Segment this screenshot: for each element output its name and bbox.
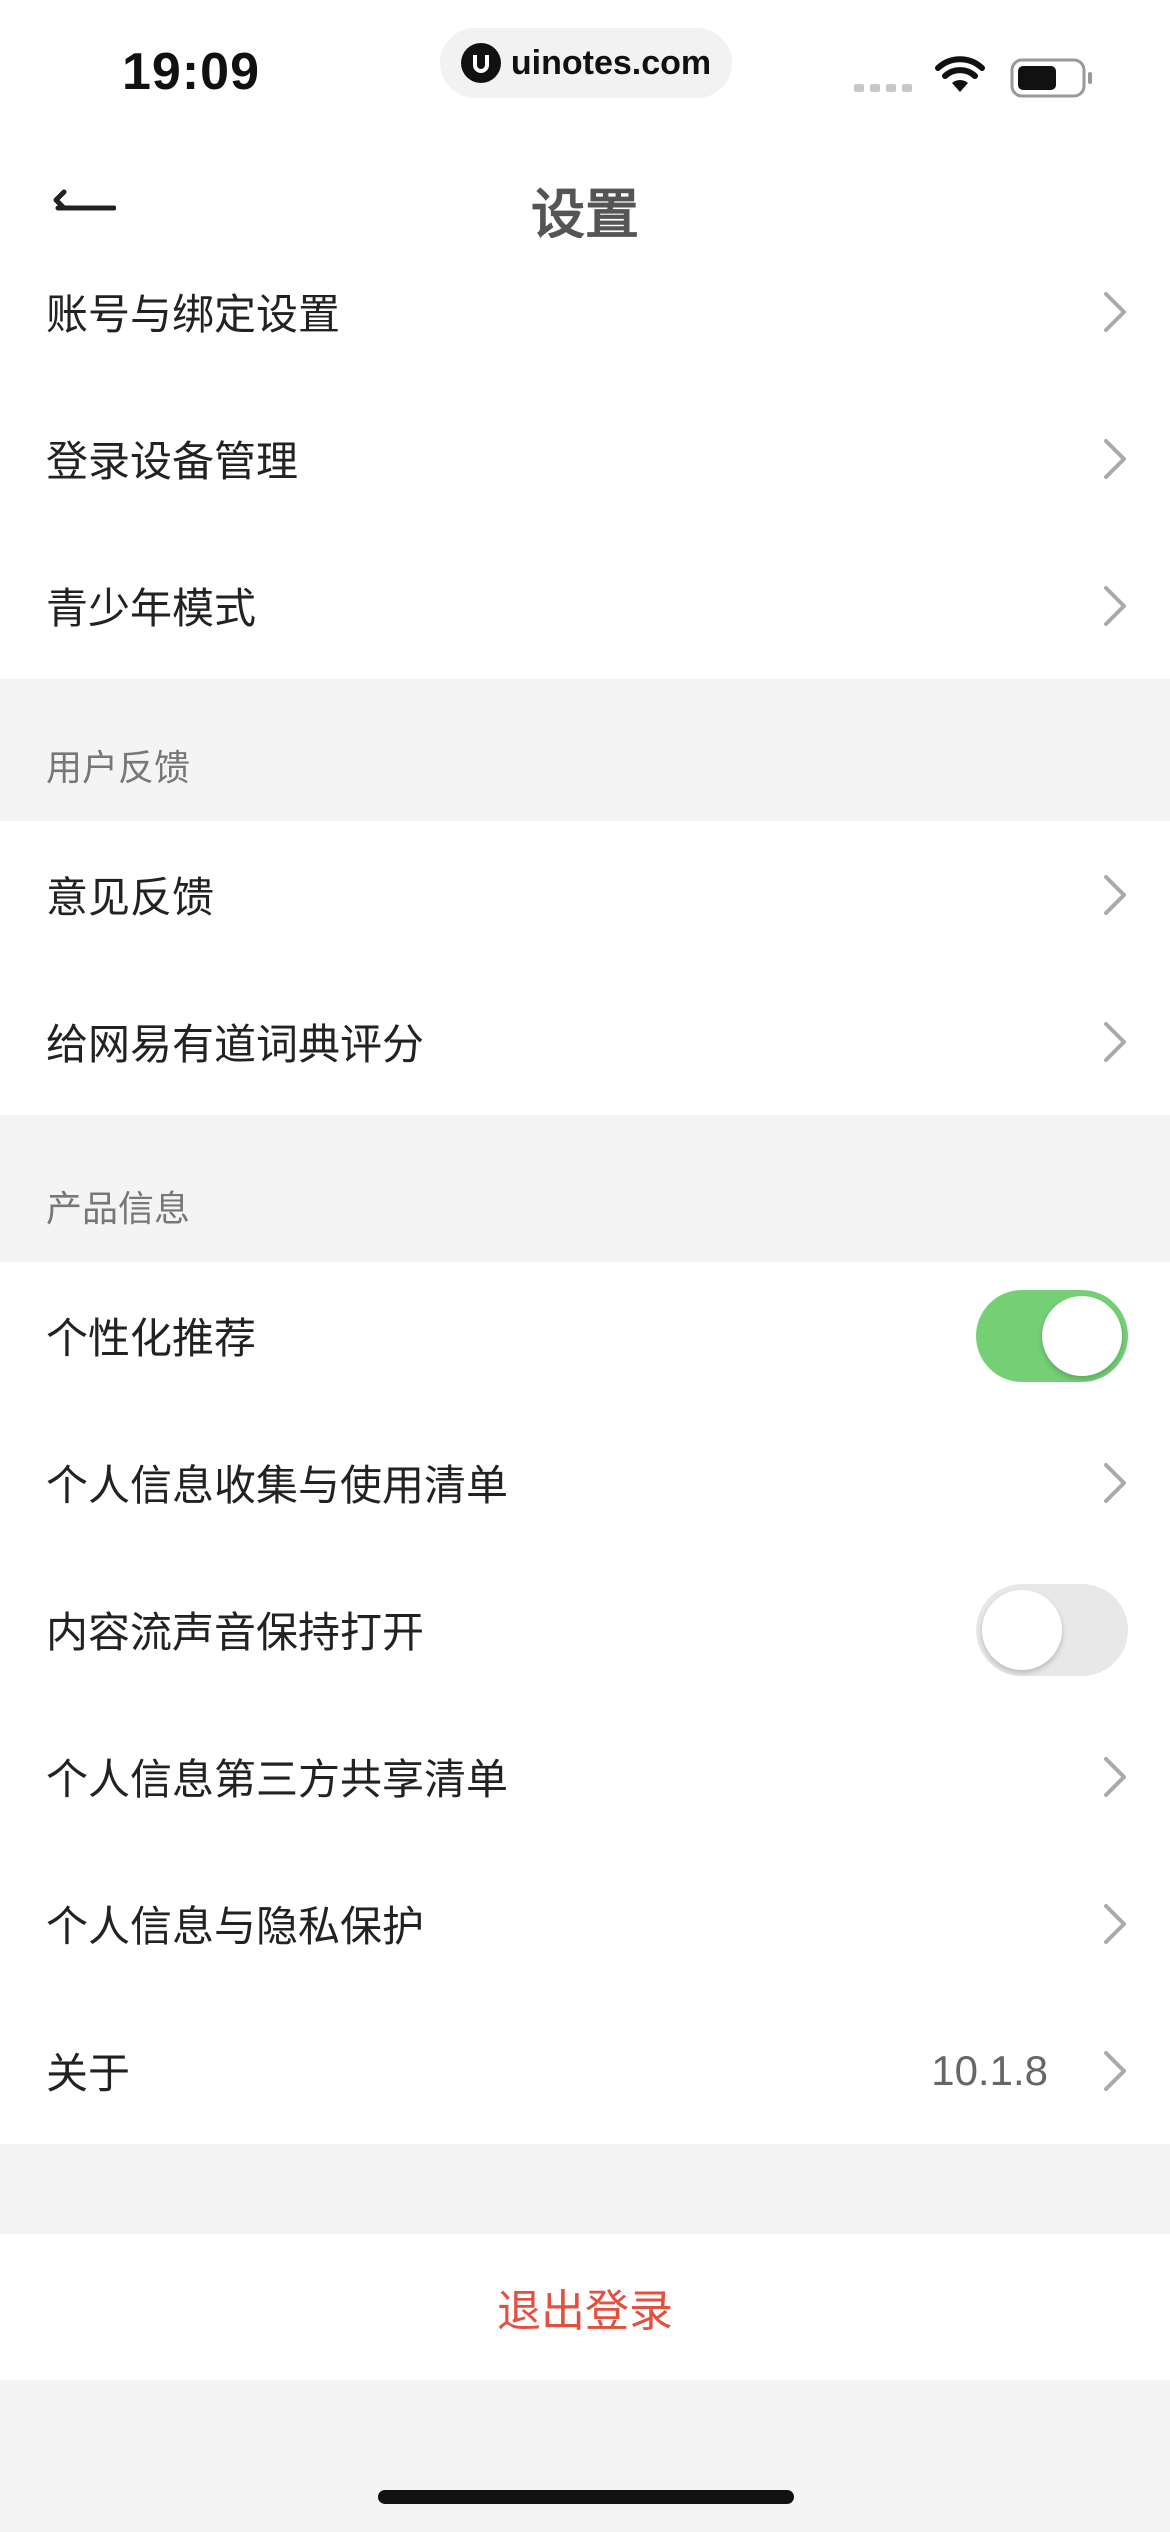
- chevron-right-icon: [1104, 874, 1126, 915]
- toggle-knob: [1042, 1295, 1122, 1376]
- version-value: 10.1.8: [931, 2046, 1048, 2094]
- chevron-right-icon: [1104, 585, 1126, 626]
- chevron-right-icon: [1104, 1903, 1126, 1944]
- signal-icon: [854, 84, 912, 92]
- wifi-icon: [935, 56, 985, 92]
- feedback-item[interactable]: 意见反馈: [0, 821, 1170, 968]
- personalized-recommendation-toggle[interactable]: [976, 1289, 1128, 1382]
- status-time: 19:09: [122, 43, 260, 101]
- site-logo-icon: [460, 43, 501, 83]
- item-label: 给网易有道词典评分: [46, 1020, 425, 1069]
- privacy-protection-item[interactable]: 个人信息与隐私保护: [0, 1850, 1170, 1997]
- section-header-product: 产品信息: [0, 1115, 1170, 1262]
- feedback-group: 意见反馈 给网易有道词典评分: [0, 821, 1170, 1115]
- product-info-group: 个性化推荐 个人信息收集与使用清单 内容流声音保持打开 个人信息第三方共享清单 …: [0, 1262, 1170, 2144]
- url-pill[interactable]: uinotes.com: [440, 28, 732, 98]
- item-label: 个人信息与隐私保护: [46, 1902, 425, 1951]
- item-label: 内容流声音保持打开: [46, 1608, 425, 1657]
- chevron-right-icon: [1104, 1462, 1126, 1503]
- section-title: 用户反馈: [46, 748, 191, 789]
- toggle-knob: [982, 1589, 1062, 1670]
- chevron-right-icon: [1104, 2050, 1126, 2091]
- url-text: uinotes.com: [510, 43, 712, 82]
- chevron-right-icon: [1104, 291, 1126, 332]
- about-item[interactable]: 关于 10.1.8: [0, 1997, 1170, 2144]
- feed-sound-item: 内容流声音保持打开: [0, 1556, 1170, 1703]
- device-management-item[interactable]: 登录设备管理: [0, 385, 1170, 532]
- personal-info-collection-item[interactable]: 个人信息收集与使用清单: [0, 1409, 1170, 1556]
- item-label: 账号与绑定设置: [46, 290, 341, 339]
- third-party-sharing-item[interactable]: 个人信息第三方共享清单: [0, 1703, 1170, 1850]
- chevron-right-icon: [1104, 438, 1126, 479]
- item-label: 意见反馈: [46, 873, 215, 922]
- account-settings-group: 账号与绑定设置 登录设备管理 青少年模式: [0, 238, 1170, 679]
- logout-label: 退出登录: [497, 2286, 673, 2337]
- section-title: 产品信息: [46, 1189, 191, 1230]
- item-label: 登录设备管理: [46, 437, 299, 486]
- item-label: 个人信息第三方共享清单: [46, 1755, 509, 1804]
- home-indicator: [378, 2490, 794, 2504]
- item-label: 关于: [46, 2049, 131, 2098]
- account-binding-item[interactable]: 账号与绑定设置: [0, 238, 1170, 385]
- battery-icon: [1010, 58, 1092, 98]
- item-label: 个性化推荐: [46, 1314, 257, 1363]
- status-bar: 19:09 uinotes.com: [0, 0, 1170, 140]
- rate-app-item[interactable]: 给网易有道词典评分: [0, 968, 1170, 1115]
- youth-mode-item[interactable]: 青少年模式: [0, 532, 1170, 679]
- chevron-right-icon: [1104, 1756, 1126, 1797]
- item-label: 个人信息收集与使用清单: [46, 1461, 509, 1510]
- logout-button[interactable]: 退出登录: [0, 2234, 1170, 2380]
- personalized-recommendation-item: 个性化推荐: [0, 1262, 1170, 1409]
- feed-sound-toggle[interactable]: [976, 1583, 1128, 1676]
- section-header-feedback: 用户反馈: [0, 674, 1170, 821]
- chevron-right-icon: [1104, 1021, 1126, 1062]
- item-label: 青少年模式: [46, 584, 257, 633]
